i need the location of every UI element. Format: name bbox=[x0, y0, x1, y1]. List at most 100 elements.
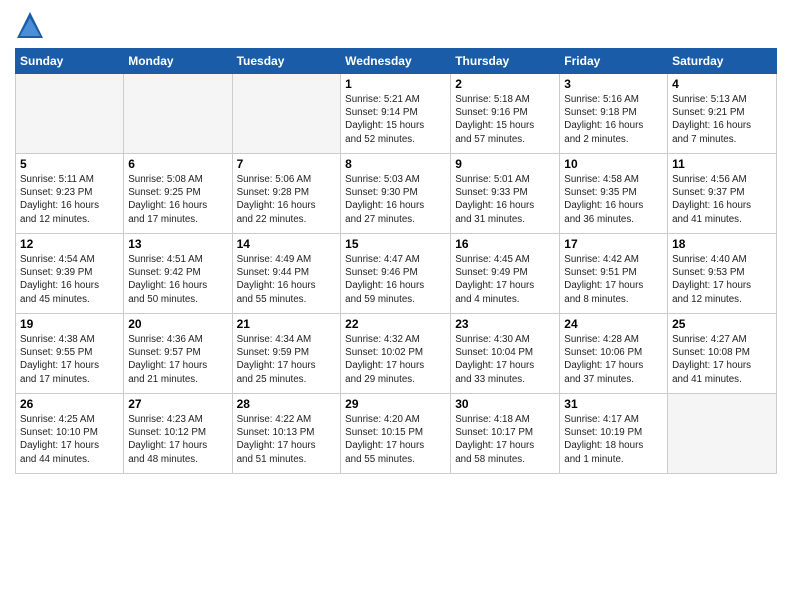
day-cell: 24 Sunrise: 4:28 AMSunset: 10:06 PMDaylig… bbox=[560, 314, 668, 394]
day-cell: 3 Sunrise: 5:16 AMSunset: 9:18 PMDaylight… bbox=[560, 74, 668, 154]
calendar-table: SundayMondayTuesdayWednesdayThursdayFrid… bbox=[15, 48, 777, 474]
day-cell: 29 Sunrise: 4:20 AMSunset: 10:15 PMDaylig… bbox=[341, 394, 451, 474]
day-cell bbox=[124, 74, 232, 154]
header-cell-saturday: Saturday bbox=[668, 49, 777, 74]
day-number: 20 bbox=[128, 317, 227, 331]
day-cell: 8 Sunrise: 5:03 AMSunset: 9:30 PMDaylight… bbox=[341, 154, 451, 234]
day-info: Sunrise: 4:38 AMSunset: 9:55 PMDaylight:… bbox=[20, 333, 119, 386]
day-cell: 26Sunrise: 4:25 AMSunset: 10:10 PMDaylig… bbox=[16, 394, 124, 474]
week-row-2: 12 Sunrise: 4:54 AMSunset: 9:39 PMDayligh… bbox=[16, 234, 777, 314]
day-cell: 5 Sunrise: 5:11 AMSunset: 9:23 PMDaylight… bbox=[16, 154, 124, 234]
day-cell: 4 Sunrise: 5:13 AMSunset: 9:21 PMDaylight… bbox=[668, 74, 777, 154]
day-info: Sunrise: 4:54 AMSunset: 9:39 PMDaylight:… bbox=[20, 253, 119, 306]
day-info: Sunrise: 4:34 AMSunset: 9:59 PMDaylight:… bbox=[237, 333, 337, 386]
day-number: 5 bbox=[20, 157, 119, 171]
day-cell bbox=[232, 74, 341, 154]
day-number: 21 bbox=[237, 317, 337, 331]
logo-icon bbox=[15, 10, 45, 40]
header-cell-friday: Friday bbox=[560, 49, 668, 74]
day-cell: 18Sunrise: 4:40 AMSunset: 9:53 PMDayligh… bbox=[668, 234, 777, 314]
day-number: 15 bbox=[345, 237, 446, 251]
day-cell: 6Sunrise: 5:08 AMSunset: 9:25 PMDaylight… bbox=[124, 154, 232, 234]
day-number: 14 bbox=[237, 237, 337, 251]
day-info: Sunrise: 4:27 AMSunset: 10:08 PMDaylight… bbox=[672, 333, 772, 386]
day-cell: 22Sunrise: 4:32 AMSunset: 10:02 PMDaylig… bbox=[341, 314, 451, 394]
day-cell: 31 Sunrise: 4:17 AMSunset: 10:19 PMDaylig… bbox=[560, 394, 668, 474]
day-cell: 17 Sunrise: 4:42 AMSunset: 9:51 PMDayligh… bbox=[560, 234, 668, 314]
day-info: Sunrise: 5:16 AMSunset: 9:18 PMDaylight:… bbox=[564, 93, 663, 146]
day-info: Sunrise: 4:49 AMSunset: 9:44 PMDaylight:… bbox=[237, 253, 337, 306]
week-row-4: 26Sunrise: 4:25 AMSunset: 10:10 PMDaylig… bbox=[16, 394, 777, 474]
header-cell-wednesday: Wednesday bbox=[341, 49, 451, 74]
day-info: Sunrise: 5:03 AMSunset: 9:30 PMDaylight:… bbox=[345, 173, 446, 226]
day-info: Sunrise: 4:45 AMSunset: 9:49 PMDaylight:… bbox=[455, 253, 555, 306]
day-info: Sunrise: 4:22 AMSunset: 10:13 PMDaylight… bbox=[237, 413, 337, 466]
day-info: Sunrise: 5:21 AMSunset: 9:14 PMDaylight:… bbox=[345, 93, 446, 146]
day-number: 6 bbox=[128, 157, 227, 171]
logo bbox=[15, 10, 49, 40]
day-cell: 9Sunrise: 5:01 AMSunset: 9:33 PMDaylight… bbox=[451, 154, 560, 234]
header bbox=[15, 10, 777, 40]
day-info: Sunrise: 4:20 AMSunset: 10:15 PMDaylight… bbox=[345, 413, 446, 466]
day-info: Sunrise: 4:56 AMSunset: 9:37 PMDaylight:… bbox=[672, 173, 772, 226]
day-number: 2 bbox=[455, 77, 555, 91]
week-row-0: 1Sunrise: 5:21 AMSunset: 9:14 PMDaylight… bbox=[16, 74, 777, 154]
day-number: 13 bbox=[128, 237, 227, 251]
day-info: Sunrise: 4:51 AMSunset: 9:42 PMDaylight:… bbox=[128, 253, 227, 306]
day-cell: 13 Sunrise: 4:51 AMSunset: 9:42 PMDayligh… bbox=[124, 234, 232, 314]
day-cell: 25 Sunrise: 4:27 AMSunset: 10:08 PMDaylig… bbox=[668, 314, 777, 394]
day-number: 7 bbox=[237, 157, 337, 171]
header-row: SundayMondayTuesdayWednesdayThursdayFrid… bbox=[16, 49, 777, 74]
day-info: Sunrise: 4:25 AMSunset: 10:10 PMDaylight… bbox=[20, 413, 119, 466]
day-info: Sunrise: 4:23 AMSunset: 10:12 PMDaylight… bbox=[128, 413, 227, 466]
day-info: Sunrise: 4:28 AMSunset: 10:06 PMDaylight… bbox=[564, 333, 663, 386]
day-number: 18 bbox=[672, 237, 772, 251]
header-cell-thursday: Thursday bbox=[451, 49, 560, 74]
day-cell: 1Sunrise: 5:21 AMSunset: 9:14 PMDaylight… bbox=[341, 74, 451, 154]
day-number: 23 bbox=[455, 317, 555, 331]
day-cell: 10Sunrise: 4:58 AMSunset: 9:35 PMDayligh… bbox=[560, 154, 668, 234]
day-cell: 23 Sunrise: 4:30 AMSunset: 10:04 PMDaylig… bbox=[451, 314, 560, 394]
day-cell: 7Sunrise: 5:06 AMSunset: 9:28 PMDaylight… bbox=[232, 154, 341, 234]
day-number: 11 bbox=[672, 157, 772, 171]
page: SundayMondayTuesdayWednesdayThursdayFrid… bbox=[0, 0, 792, 484]
day-info: Sunrise: 4:17 AMSunset: 10:19 PMDaylight… bbox=[564, 413, 663, 466]
day-number: 17 bbox=[564, 237, 663, 251]
day-number: 4 bbox=[672, 77, 772, 91]
header-cell-sunday: Sunday bbox=[16, 49, 124, 74]
day-number: 9 bbox=[455, 157, 555, 171]
day-number: 31 bbox=[564, 397, 663, 411]
day-cell: 12 Sunrise: 4:54 AMSunset: 9:39 PMDayligh… bbox=[16, 234, 124, 314]
header-cell-tuesday: Tuesday bbox=[232, 49, 341, 74]
day-info: Sunrise: 5:13 AMSunset: 9:21 PMDaylight:… bbox=[672, 93, 772, 146]
day-info: Sunrise: 4:42 AMSunset: 9:51 PMDaylight:… bbox=[564, 253, 663, 306]
day-number: 29 bbox=[345, 397, 446, 411]
day-cell: 28 Sunrise: 4:22 AMSunset: 10:13 PMDaylig… bbox=[232, 394, 341, 474]
day-cell: 16 Sunrise: 4:45 AMSunset: 9:49 PMDayligh… bbox=[451, 234, 560, 314]
day-cell: 11 Sunrise: 4:56 AMSunset: 9:37 PMDayligh… bbox=[668, 154, 777, 234]
day-cell: 20 Sunrise: 4:36 AMSunset: 9:57 PMDayligh… bbox=[124, 314, 232, 394]
day-number: 19 bbox=[20, 317, 119, 331]
day-number: 30 bbox=[455, 397, 555, 411]
day-info: Sunrise: 4:32 AMSunset: 10:02 PMDaylight… bbox=[345, 333, 446, 386]
day-info: Sunrise: 4:36 AMSunset: 9:57 PMDaylight:… bbox=[128, 333, 227, 386]
day-number: 16 bbox=[455, 237, 555, 251]
day-number: 28 bbox=[237, 397, 337, 411]
day-number: 25 bbox=[672, 317, 772, 331]
day-number: 8 bbox=[345, 157, 446, 171]
day-cell bbox=[668, 394, 777, 474]
day-info: Sunrise: 4:30 AMSunset: 10:04 PMDaylight… bbox=[455, 333, 555, 386]
week-row-1: 5 Sunrise: 5:11 AMSunset: 9:23 PMDaylight… bbox=[16, 154, 777, 234]
day-number: 27 bbox=[128, 397, 227, 411]
day-number: 24 bbox=[564, 317, 663, 331]
day-cell: 15Sunrise: 4:47 AMSunset: 9:46 PMDayligh… bbox=[341, 234, 451, 314]
day-info: Sunrise: 5:18 AMSunset: 9:16 PMDaylight:… bbox=[455, 93, 555, 146]
day-number: 12 bbox=[20, 237, 119, 251]
day-info: Sunrise: 4:58 AMSunset: 9:35 PMDaylight:… bbox=[564, 173, 663, 226]
day-cell: 21 Sunrise: 4:34 AMSunset: 9:59 PMDayligh… bbox=[232, 314, 341, 394]
week-row-3: 19 Sunrise: 4:38 AMSunset: 9:55 PMDayligh… bbox=[16, 314, 777, 394]
day-cell: 30Sunrise: 4:18 AMSunset: 10:17 PMDaylig… bbox=[451, 394, 560, 474]
day-info: Sunrise: 5:11 AMSunset: 9:23 PMDaylight:… bbox=[20, 173, 119, 226]
day-number: 3 bbox=[564, 77, 663, 91]
day-cell: 19 Sunrise: 4:38 AMSunset: 9:55 PMDayligh… bbox=[16, 314, 124, 394]
